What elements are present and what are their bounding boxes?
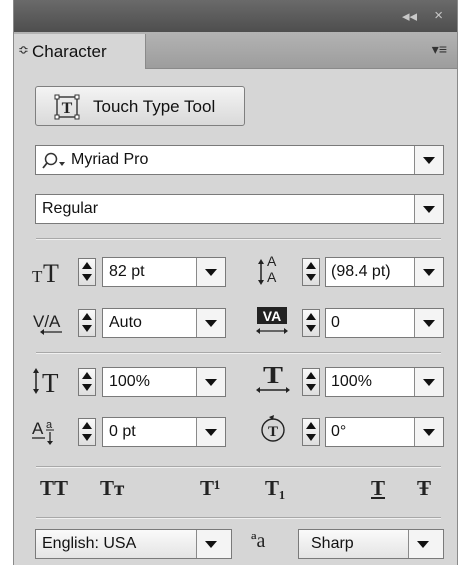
divider [36,517,441,519]
kerning-value: Auto [109,314,142,331]
panel-title-bar[interactable]: ◂◂ × [14,0,457,32]
antialias-icon: ªa [251,530,266,552]
superscript-button[interactable]: T¹ [200,476,220,501]
font-size-stepper[interactable] [78,258,96,286]
vertical-scale-field[interactable]: 100% [102,367,226,397]
svg-text:A: A [32,419,44,438]
baseline-shift-value: 0 pt [109,423,136,440]
horizontal-scale-field[interactable]: 100% [325,367,444,397]
font-style-dropdown[interactable] [414,195,443,223]
font-size-field[interactable]: 82 pt [102,257,226,287]
panel-menu-icon[interactable]: ▾≡ [432,41,447,58]
kerning-stepper[interactable] [78,309,96,337]
leading-stepper[interactable] [302,258,320,286]
antialias-select[interactable]: Sharp [298,529,444,559]
language-dropdown[interactable] [196,530,231,558]
rotation-value: 0° [331,423,347,440]
tab-row: ≎ Character ▾≡ [14,32,457,69]
vertical-scale-icon: T [32,366,66,402]
font-style-field[interactable]: Regular [35,194,444,224]
character-panel: ◂◂ × ≎ Character ▾≡ T Touch Type Tool My… [13,0,458,565]
font-size-icon: TT [32,258,66,292]
all-caps-button[interactable]: TT [40,476,68,501]
vertical-scale-stepper[interactable] [78,368,96,396]
svg-text:T: T [263,363,283,388]
svg-text:A: A [267,269,277,285]
rotation-stepper[interactable] [302,418,320,446]
underline-button[interactable]: T [371,476,385,501]
svg-text:a: a [46,419,53,431]
baseline-shift-icon: Aa [32,418,66,452]
kerning-field[interactable]: Auto [102,308,226,338]
tab-character[interactable]: ≎ Character [14,34,146,69]
collapse-icon[interactable]: ◂◂ [402,7,417,25]
tracking-dropdown[interactable] [414,309,443,337]
tracking-stepper[interactable] [302,309,320,337]
touch-type-label: Touch Type Tool [93,97,216,116]
tab-arrows-icon: ≎ [18,42,29,57]
svg-text:T: T [43,259,59,286]
vertical-scale-dropdown[interactable] [196,368,225,396]
close-icon[interactable]: × [434,7,443,24]
svg-text:VA: VA [263,308,281,324]
rotation-icon: T [259,414,289,452]
font-style-value: Regular [42,200,99,217]
font-family-field[interactable]: Myriad Pro [35,145,444,175]
svg-text:T: T [268,424,278,440]
tracking-icon: VA [255,305,291,343]
leading-field[interactable]: (98.4 pt) [325,257,444,287]
baseline-shift-stepper[interactable] [78,418,96,446]
language-select[interactable]: English: USA [35,529,232,559]
small-caps-button[interactable]: Tт [100,476,124,501]
baseline-shift-dropdown[interactable] [196,418,225,446]
rotation-field[interactable]: 0° [325,417,444,447]
divider [36,466,441,468]
antialias-dropdown[interactable] [408,530,443,558]
antialias-value: Sharp [311,535,354,552]
horizontal-scale-value: 100% [331,373,372,390]
leading-value: (98.4 pt) [331,263,391,280]
vertical-scale-value: 100% [109,373,150,390]
svg-text:T: T [32,267,43,286]
subscript-button[interactable]: T₁ [265,476,285,501]
tracking-value: 0 [331,314,340,331]
horizontal-scale-stepper[interactable] [302,368,320,396]
font-family-value: Myriad Pro [71,151,149,168]
touch-type-icon: T [54,94,80,125]
font-size-value: 82 pt [109,263,145,280]
leading-dropdown[interactable] [414,258,443,286]
kerning-icon: V/A [32,307,66,341]
font-size-dropdown[interactable] [196,258,225,286]
kerning-dropdown[interactable] [196,309,225,337]
horizontal-scale-icon: T [255,362,291,401]
divider [36,352,441,354]
svg-text:A: A [267,253,277,269]
search-icon [41,151,67,176]
tracking-field[interactable]: 0 [325,308,444,338]
svg-text:V/A: V/A [33,312,61,331]
tab-label: Character [32,42,107,61]
divider [36,238,441,240]
touch-type-tool-button[interactable]: T Touch Type Tool [35,86,245,126]
baseline-shift-field[interactable]: 0 pt [102,417,226,447]
language-value: English: USA [42,535,137,552]
svg-text:T: T [62,100,73,117]
horizontal-scale-dropdown[interactable] [414,368,443,396]
font-family-dropdown[interactable] [414,146,443,174]
svg-text:T: T [42,368,59,396]
leading-icon: AA [257,252,289,292]
rotation-dropdown[interactable] [414,418,443,446]
strikethrough-button[interactable]: Ŧ [417,476,431,501]
